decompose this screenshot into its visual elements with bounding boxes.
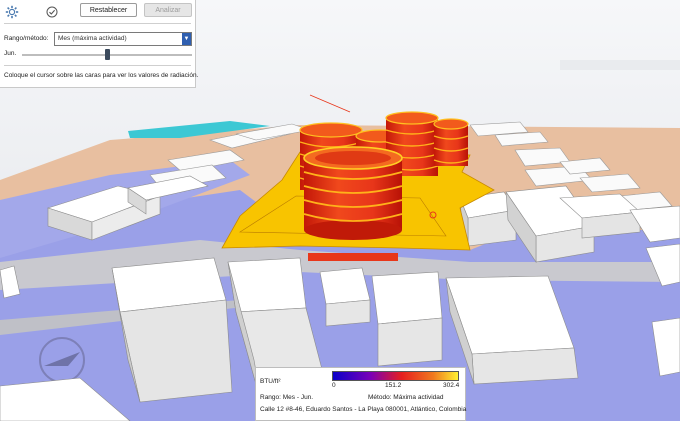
range-method-select[interactable]: Mes (máxima actividad) ▼ <box>54 32 192 46</box>
divider <box>4 23 191 24</box>
reset-button[interactable]: Restablecer <box>80 3 137 17</box>
settings-button[interactable] <box>3 3 21 21</box>
radiation-analysis-panel: Restablecer Analizar Rango/método: Mes (… <box>0 0 199 88</box>
horizon-haze <box>560 60 680 70</box>
scale-max: 302.4 <box>443 382 460 389</box>
color-scale-bar <box>332 371 459 381</box>
range-method-value: Mes (máxima actividad) <box>58 35 127 42</box>
analyze-button[interactable]: Analizar <box>144 3 192 17</box>
radiation-legend: BTU/ft² 0 151.2 302.4 Rango: Mes - Jun. … <box>255 367 466 421</box>
chevron-down-icon: ▼ <box>182 33 191 45</box>
divider <box>4 65 191 66</box>
range-method-label: Rango/método: <box>4 35 49 42</box>
scale-min: 0 <box>332 382 336 389</box>
site-edge-red <box>308 253 398 261</box>
scale-mid: 151.2 <box>385 382 402 389</box>
legend-unit: BTU/ft² <box>260 378 281 385</box>
range-text: Rango: Mes - Jun. <box>260 394 314 401</box>
gear-icon <box>5 5 19 19</box>
method-text: Método: Máxima actividad <box>368 394 444 401</box>
month-label: Jun. <box>4 50 17 57</box>
check-button[interactable] <box>43 3 61 21</box>
radiation-hint: Coloque el cursor sobre las caras para v… <box>4 72 199 79</box>
site-address: Calle 12 #8-46, Eduardo Santos - La Play… <box>260 406 467 413</box>
month-slider-thumb[interactable] <box>104 49 110 60</box>
check-circle-icon <box>46 6 58 18</box>
